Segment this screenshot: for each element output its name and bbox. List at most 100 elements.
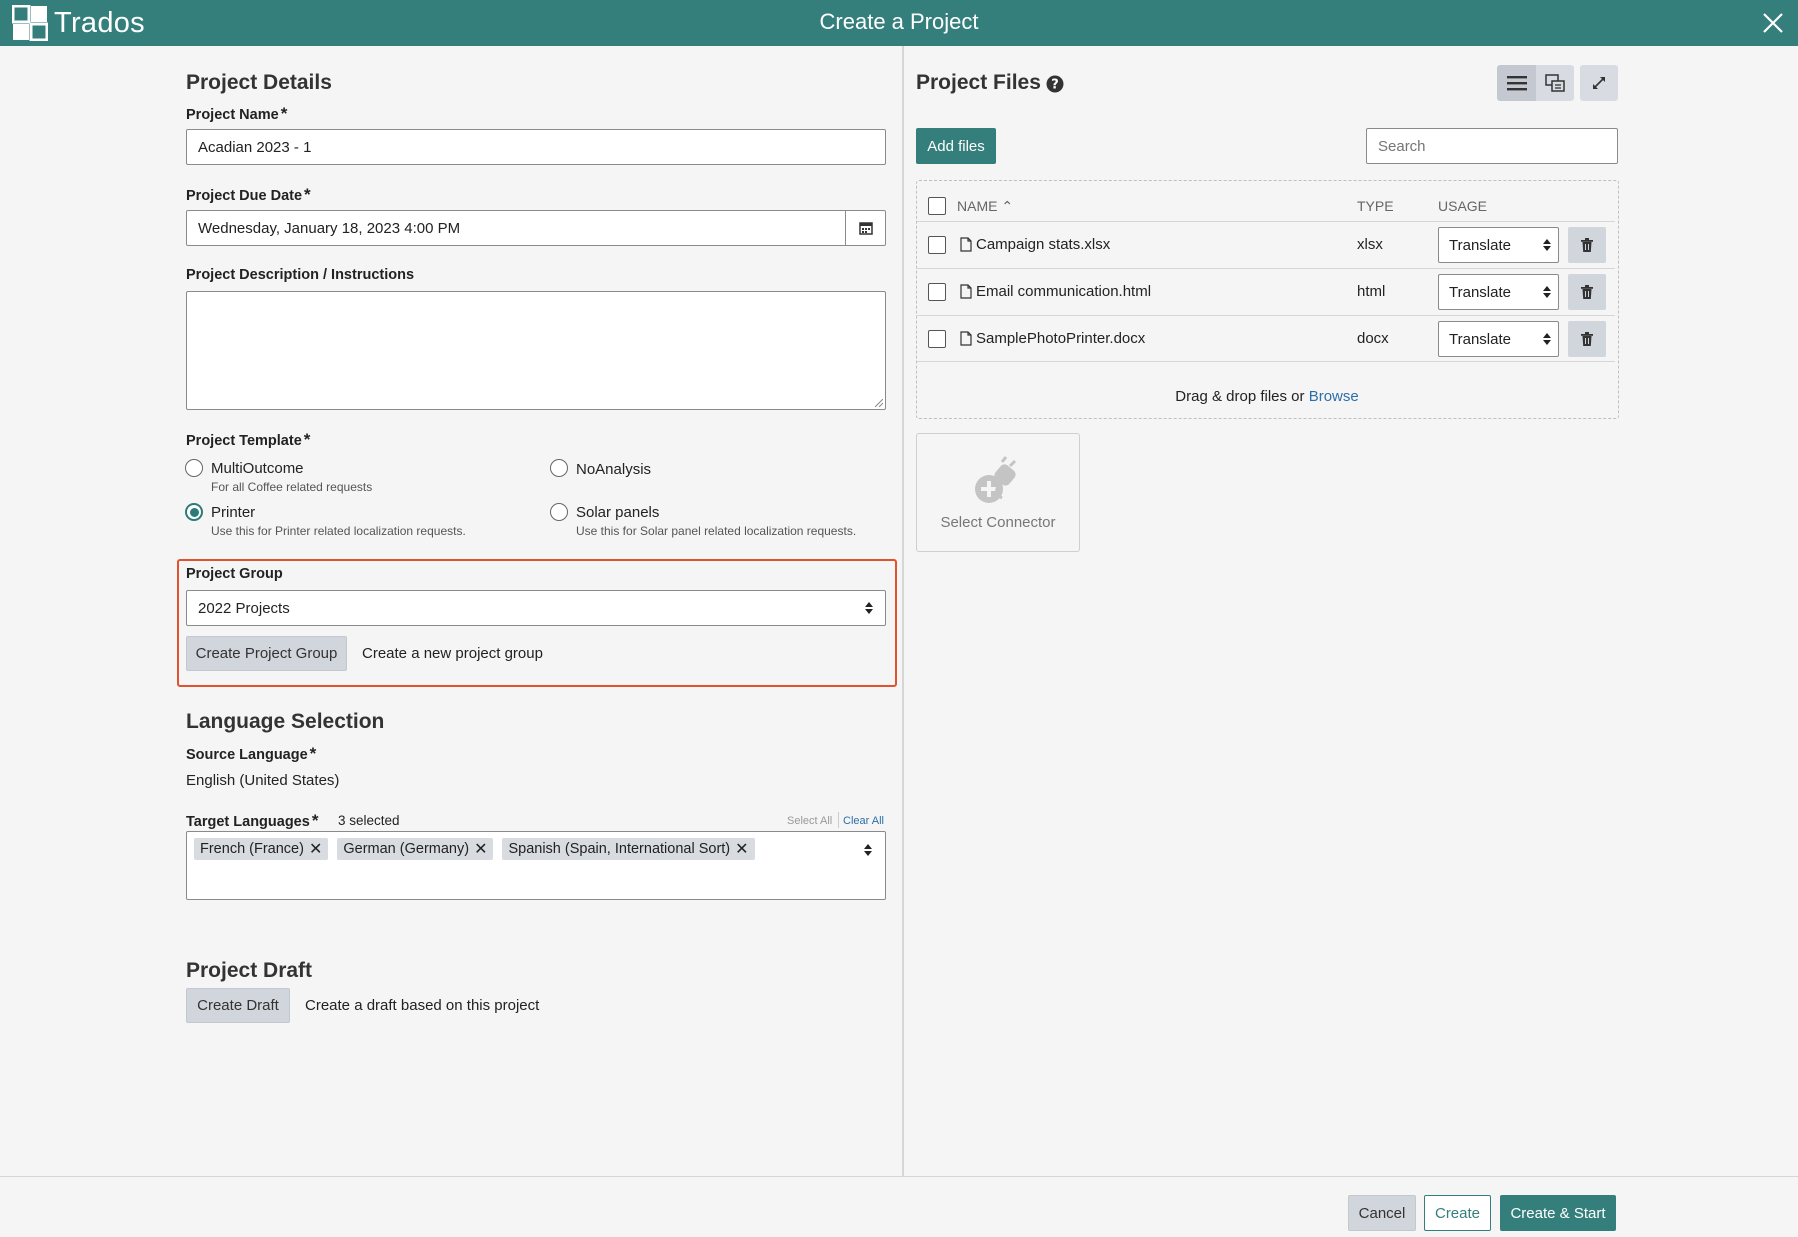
file-drop-zone[interactable]: NAME ⌃ TYPE USAGE Campaign stats.xlsx xl… [916,180,1619,419]
add-files-button[interactable]: Add files [916,128,996,164]
radio-noanalysis[interactable] [550,459,568,477]
create-draft-hint: Create a draft based on this project [305,997,540,1014]
select-all-link[interactable]: Select All [787,815,832,827]
cancel-button[interactable]: Cancel [1348,1195,1416,1231]
clear-all-link[interactable]: Clear All [843,815,884,827]
select-arrows-icon [1543,333,1551,345]
file-icon [960,284,972,299]
file-name: SamplePhotoPrinter.docx [976,330,1146,347]
dialog-footer: Cancel Create Create & Start [0,1176,1798,1237]
delete-file-button[interactable] [1568,321,1606,357]
usage-select[interactable]: Translate [1438,274,1559,310]
top-bar: Trados Create a Project [0,0,1798,46]
project-name-input[interactable]: Acadian 2023 - 1 [186,129,886,165]
select-arrows-icon [864,844,872,856]
remove-tag-icon[interactable]: ✕ [474,839,487,859]
file-checkbox[interactable] [928,283,946,301]
language-grid-icon [1545,74,1565,92]
file-type: xlsx [1357,236,1383,253]
source-language-value: English (United States) [186,772,340,789]
file-name: Campaign stats.xlsx [976,236,1111,253]
source-language-label: Source Language * [186,744,317,763]
trash-icon [1581,285,1593,299]
file-checkbox[interactable] [928,236,946,254]
target-languages-multiselect[interactable]: French (France) ✕ German (Germany) ✕ Spani… [186,831,886,900]
file-search-input[interactable] [1366,128,1618,164]
template-option-noanalysis[interactable] [550,459,568,477]
target-tag-german: German (Germany) ✕ [337,838,494,860]
project-description-textarea[interactable] [186,291,886,410]
link-divider [838,812,839,828]
create-project-group-hint: Create a new project group [362,645,543,662]
sort-ascending-icon: ⌃ [1001,198,1014,214]
target-selected-count: 3 selected [338,813,400,828]
file-name: Email communication.html [976,283,1152,300]
file-icon [960,331,972,346]
target-tag-french: French (France) ✕ [194,838,329,860]
trash-icon [1581,238,1593,252]
list-view-button[interactable] [1497,65,1536,101]
trash-icon [1581,332,1593,346]
expand-button[interactable] [1580,65,1618,101]
template-desc-solar-panels: Use this for Solar panel related localiz… [576,524,857,538]
template-option-solar-panels[interactable] [550,503,568,521]
calendar-button[interactable] [845,211,885,245]
project-due-date-input[interactable]: Wednesday, January 18, 2023 4:00 PM [186,210,886,246]
project-files-heading: Project Files [916,71,1041,94]
select-connector-label: Select Connector [940,514,1056,531]
grid-view-button[interactable] [1536,65,1574,101]
file-row: SamplePhotoPrinter.docx docx Translate [917,315,1615,362]
help-icon[interactable]: ? [1046,75,1064,93]
file-row: Campaign stats.xlsx xlsx Translate [917,221,1615,268]
radio-solar-panels[interactable] [550,503,568,521]
file-row: Email communication.html html Translate [917,268,1615,315]
select-all-files-checkbox[interactable] [928,197,946,215]
svg-text:?: ? [1051,78,1059,93]
template-option-multioutcome[interactable] [185,459,203,477]
template-label-noanalysis: NoAnalysis [576,461,652,478]
template-desc-printer: Use this for Printer related localizatio… [211,524,466,538]
target-tag-spanish: Spanish (Spain, International Sort) ✕ [502,838,755,860]
project-name-label: Project Name * [186,104,288,123]
delete-file-button[interactable] [1568,227,1606,263]
project-files-panel: Project Files ? Add files NAME ⌃ TYPE US… [904,46,1798,1176]
file-icon [960,237,972,252]
radio-multioutcome[interactable] [185,459,203,477]
target-languages-label: Target Languages * [186,811,319,830]
project-group-select[interactable]: 2022 Projects [186,590,886,626]
select-arrows-icon [1543,239,1551,251]
create-and-start-button[interactable]: Create & Start [1500,1195,1616,1231]
file-type: docx [1357,330,1389,347]
project-template-label: Project Template * [186,430,311,449]
template-option-printer[interactable] [185,503,203,521]
create-button[interactable]: Create [1424,1195,1491,1231]
close-icon[interactable] [1758,8,1788,38]
expand-icon [1593,77,1605,89]
usage-select[interactable]: Translate [1438,227,1559,263]
column-header-usage: USAGE [1438,198,1488,214]
select-connector-tile[interactable]: Select Connector [916,433,1080,552]
template-desc-multioutcome: For all Coffee related requests [211,480,373,494]
plug-add-icon [975,456,1017,503]
usage-select[interactable]: Translate [1438,321,1559,357]
project-details-heading: Project Details [186,71,332,94]
calendar-icon [858,222,873,235]
create-draft-button[interactable]: Create Draft [186,988,290,1023]
remove-tag-icon[interactable]: ✕ [735,839,748,859]
project-due-date-label: Project Due Date * [186,185,311,204]
template-label-multioutcome: MultiOutcome [211,460,304,477]
language-selection-heading: Language Selection [186,710,385,733]
resize-handle-icon[interactable] [875,399,883,407]
delete-file-button[interactable] [1568,274,1606,310]
target-tags: French (France) ✕ German (Germany) ✕ Spani… [194,838,863,860]
create-project-group-button[interactable]: Create Project Group [186,636,347,671]
remove-tag-icon[interactable]: ✕ [309,839,322,859]
drop-hint: Drag & drop files or Browse [1175,388,1359,405]
dialog-title: Create a Project [819,9,979,34]
project-form-panel: Project Details Project Name * Acadian 20… [0,46,902,1176]
column-header-name[interactable]: NAME ⌃ [957,198,1013,215]
file-checkbox[interactable] [928,330,946,348]
radio-printer[interactable] [185,503,203,521]
list-view-icon [1506,76,1527,91]
browse-link[interactable]: Browse [1309,388,1359,405]
